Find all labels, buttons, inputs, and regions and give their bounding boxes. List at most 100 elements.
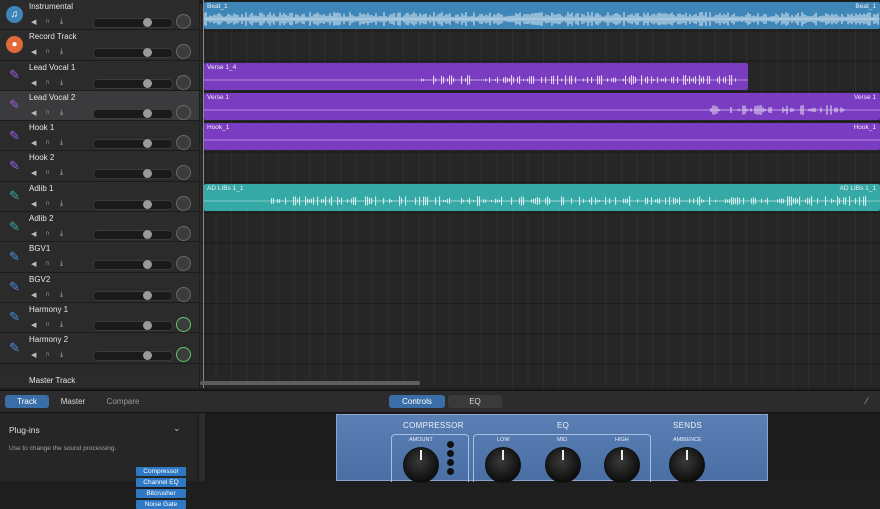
headphones-icon[interactable]: ∩ [45,351,50,358]
volume-slider[interactable] [93,230,173,241]
volume-slider-thumb[interactable] [143,108,152,118]
pan-knob[interactable] [176,74,191,90]
tracks-area[interactable]: Beat_1 Beat_1 Verse 1_4 Verse 1 Verse 1 Hook_… [200,0,880,388]
pan-knob[interactable] [176,226,191,242]
track-header[interactable]: ♫ Instrumental ◀ ∩ ⤓ [0,0,199,31]
mute-icon[interactable]: ◀ [31,18,36,26]
track-header[interactable]: ✎ BGV1 ◀ ∩ ⤓ [0,242,199,273]
input-icon[interactable]: ⤓ [60,321,63,329]
compare-button[interactable]: Compare [99,395,147,408]
eq-mid-knob[interactable] [545,447,581,483]
pan-knob[interactable] [176,195,191,211]
headphones-icon[interactable]: ∩ [45,291,50,298]
mute-icon[interactable]: ◀ [31,200,36,208]
volume-slider[interactable] [93,169,173,180]
mute-icon[interactable]: ◀ [31,169,36,177]
tab-track[interactable]: Track [5,395,49,408]
mute-icon[interactable]: ◀ [31,351,36,359]
volume-slider-thumb[interactable] [143,290,152,300]
volume-slider-thumb[interactable] [143,139,152,149]
input-icon[interactable]: ⤓ [60,109,63,117]
mute-icon[interactable]: ◀ [31,260,36,268]
eq-high-knob[interactable] [604,447,640,483]
plugin-bitcrusher-button[interactable]: Bitcrusher [136,489,186,498]
mute-icon[interactable]: ◀ [31,109,36,117]
volume-slider[interactable] [93,260,173,271]
plugin-compressor-button[interactable]: Compressor [136,467,186,476]
volume-slider-thumb[interactable] [143,18,152,27]
mute-icon[interactable]: ◀ [31,79,36,87]
track-header[interactable]: ✎ Adlib 2 ◀ ∩ ⤓ [0,212,199,243]
pan-knob[interactable] [176,44,191,60]
mute-icon[interactable]: ◀ [31,291,36,299]
track-header[interactable]: ✎ Hook 1 ◀ ∩ ⤓ [0,121,199,152]
volume-slider[interactable] [93,48,173,59]
pan-knob[interactable] [176,165,191,181]
plugin-channel-eq-button[interactable]: Channel EQ [136,478,186,487]
headphones-icon[interactable]: ∩ [45,79,50,86]
volume-slider-thumb[interactable] [143,260,152,270]
mute-icon[interactable]: ◀ [31,48,36,56]
volume-slider-thumb[interactable] [143,48,152,58]
amount-knob[interactable] [403,447,439,483]
mute-icon[interactable]: ◀ [31,321,36,329]
pan-knob[interactable] [176,104,191,120]
input-icon[interactable]: ⤓ [60,79,63,87]
headphones-icon[interactable]: ∩ [45,109,50,116]
tab-master[interactable]: Master [51,395,95,408]
pan-knob[interactable] [176,316,191,332]
region[interactable]: Verse 1 Verse 1 [204,92,880,120]
volume-slider[interactable] [93,320,173,331]
ambience-knob[interactable] [669,447,705,483]
pan-knob[interactable] [176,256,191,272]
input-icon[interactable]: ⤓ [60,139,63,147]
mute-icon[interactable]: ◀ [31,230,36,238]
horizontal-scrollbar[interactable] [200,381,420,385]
eq-low-knob[interactable] [485,447,521,483]
track-header[interactable]: ✎ Hook 2 ◀ ∩ ⤓ [0,151,199,182]
chevron-down-icon[interactable]: ⌄ [173,423,181,434]
track-header[interactable]: ✎ BGV2 ◀ ∩ ⤓ [0,272,199,303]
master-track-header[interactable]: Master Track [0,373,199,388]
plugin-noise-gate-button[interactable]: Noise Gate [136,500,186,509]
input-icon[interactable]: ⤓ [60,291,63,299]
volume-slider-thumb[interactable] [143,199,152,209]
headphones-icon[interactable]: ∩ [45,48,50,55]
mute-icon[interactable]: ◀ [31,139,36,147]
input-icon[interactable]: ⤓ [60,200,63,208]
headphones-icon[interactable]: ∩ [45,169,50,176]
headphones-icon[interactable]: ∩ [45,200,50,207]
volume-slider[interactable] [93,78,173,89]
volume-slider-thumb[interactable] [143,78,152,88]
info-icon[interactable]: ⁄ [866,396,876,406]
pan-knob[interactable] [176,347,191,363]
volume-slider[interactable] [93,351,173,362]
tab-eq[interactable]: EQ [448,395,502,408]
volume-slider-thumb[interactable] [143,351,152,361]
headphones-icon[interactable]: ∩ [45,230,50,237]
volume-slider-thumb[interactable] [143,230,152,240]
volume-slider[interactable] [93,199,173,210]
region[interactable]: Verse 1_4 [204,62,748,90]
volume-slider[interactable] [93,18,173,28]
region[interactable]: Beat_1 Beat_1 [204,2,880,29]
tab-controls[interactable]: Controls [389,395,445,408]
volume-slider-thumb[interactable] [143,320,152,330]
track-header[interactable]: ✎ Harmony 1 ◀ ∩ ⤓ [0,302,199,334]
region[interactable]: Hook_1 Hook_1 [204,123,880,151]
headphones-icon[interactable]: ∩ [45,260,50,267]
track-header[interactable]: ✎ Lead Vocal 1 ◀ ∩ ⤓ [0,60,199,91]
input-icon[interactable]: ⤓ [60,230,63,238]
headphones-icon[interactable]: ∩ [45,18,50,25]
pan-knob[interactable] [176,135,191,151]
input-icon[interactable]: ⤓ [60,18,63,26]
track-header[interactable]: ✎ Harmony 2 ◀ ∩ ⤓ [0,333,199,364]
volume-slider[interactable] [93,139,173,150]
volume-slider-thumb[interactable] [143,169,152,179]
headphones-icon[interactable]: ∩ [45,139,50,146]
input-icon[interactable]: ⤓ [60,351,63,359]
pan-knob[interactable] [176,14,191,29]
pan-knob[interactable] [176,286,191,302]
region[interactable]: AD LIBs 1_1 AD LIBs 1_1 [204,183,880,211]
track-header[interactable]: ● Record Track ◀ ∩ ⤓ [0,30,199,61]
